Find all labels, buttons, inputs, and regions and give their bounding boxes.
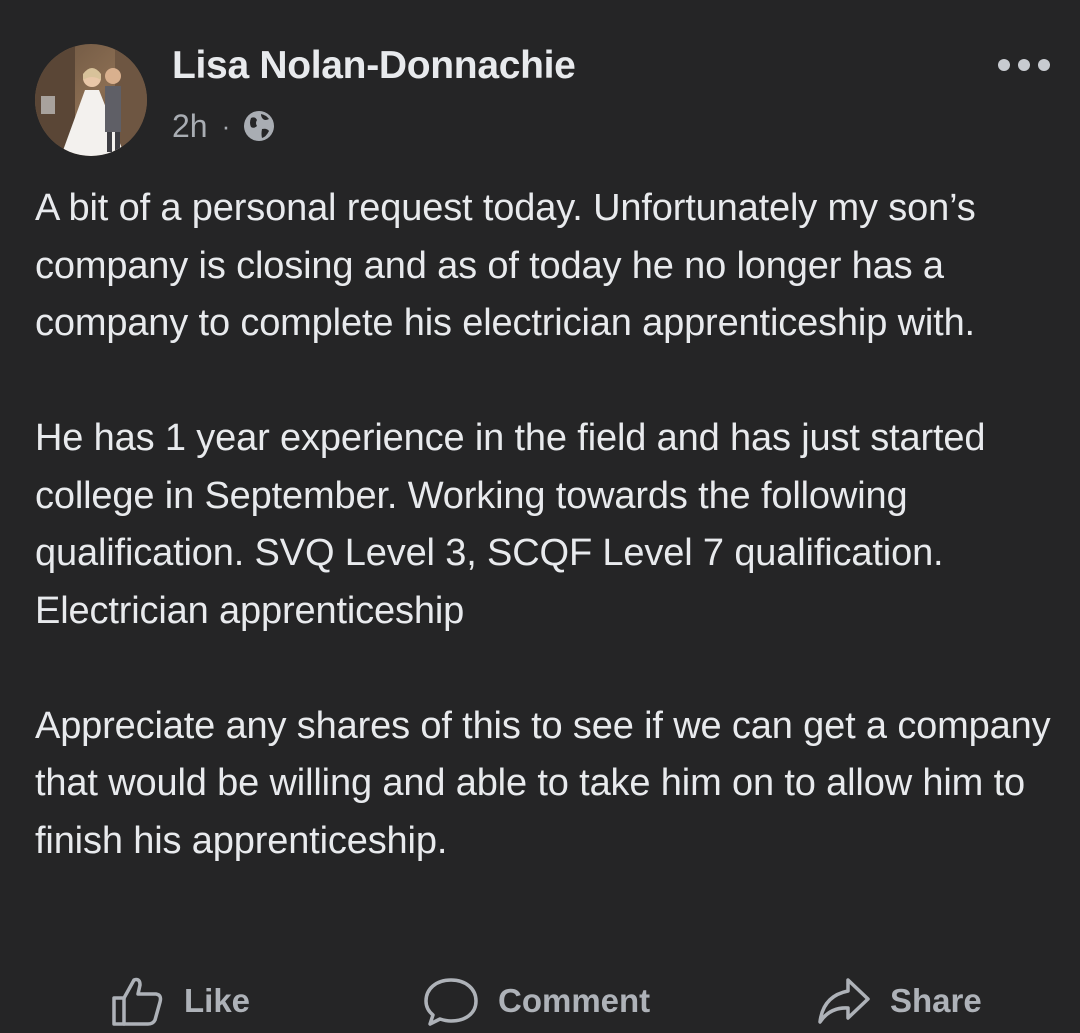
share-arrow-icon (818, 978, 870, 1024)
share-label: Share (890, 982, 982, 1019)
meta-separator: · (221, 110, 231, 141)
post-paragraph: Appreciate any shares of this to see if … (35, 704, 1051, 862)
post-paragraph: A bit of a personal request today. Unfor… (35, 187, 976, 344)
share-button[interactable]: Share (814, 972, 982, 1030)
post-timestamp[interactable]: 2h (172, 108, 208, 145)
more-options-button[interactable] (990, 45, 1060, 85)
thumbs-up-icon (112, 977, 163, 1026)
author-name[interactable]: Lisa Nolan-Donnachie (172, 44, 576, 88)
post-action-bar: Like Comment Share (0, 972, 1080, 1030)
profile-photo-icon (35, 44, 147, 156)
speech-bubble-icon (424, 978, 478, 1026)
post-meta: 2h · (172, 106, 276, 146)
facebook-post: Lisa Nolan-Donnachie 2h · A bit of a per… (0, 0, 1080, 1033)
comment-button[interactable]: Comment (422, 972, 650, 1030)
like-label: Like (184, 982, 251, 1019)
author-avatar[interactable] (35, 44, 147, 156)
ellipsis-icon (998, 59, 1050, 71)
globe-icon[interactable] (242, 109, 276, 143)
post-paragraph: He has 1 year experience in the field an… (35, 417, 986, 632)
post-text: A bit of a personal request today. Unfor… (35, 180, 1060, 870)
like-button[interactable]: Like (110, 972, 250, 1030)
comment-label: Comment (498, 982, 651, 1019)
